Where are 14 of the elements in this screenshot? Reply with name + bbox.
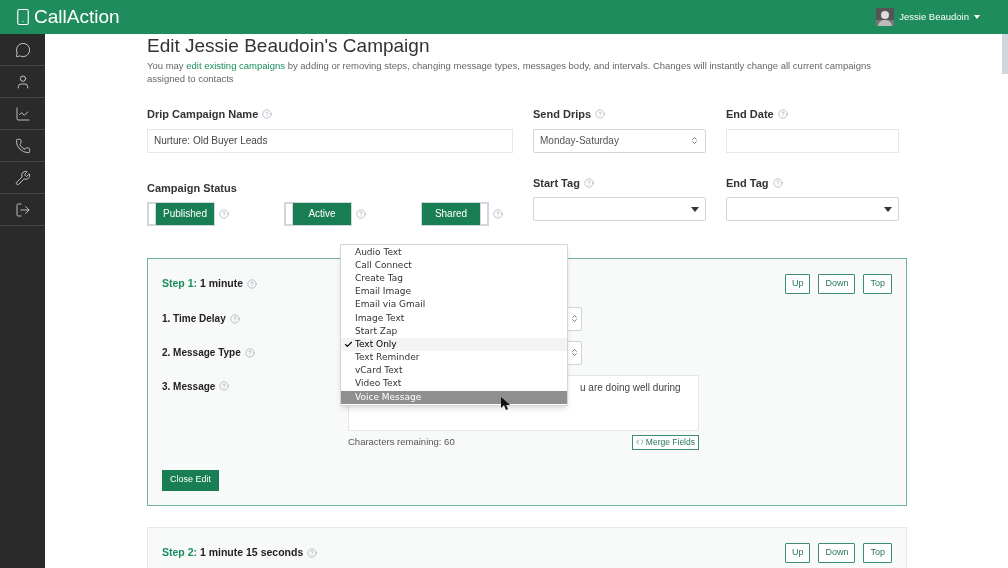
- field-label: End Tag: [726, 175, 769, 191]
- field-label: End Date: [726, 107, 774, 122]
- field-label: 2. Message Type: [162, 346, 241, 360]
- field-label: Drip Campaign Name: [147, 107, 259, 122]
- char-count: Characters remaining: 60: [348, 434, 455, 449]
- page-title: Edit Jessie Beaudoin's Campaign: [147, 36, 431, 55]
- field-label: Start Tag: [533, 175, 580, 191]
- field-label: Campaign Status: [147, 181, 237, 194]
- step-title: Step 2: 1 minute 15 seconds: [162, 544, 304, 560]
- field-label: 1. Time Delay: [162, 312, 226, 326]
- step-title: Step 1: 1 minute: [162, 275, 244, 291]
- field-label: Send Drips: [533, 107, 592, 122]
- intro-text: You may edit existing campaigns by adding or removing steps, changing message types, messages body, and intervals. Changes will instantly change all current campaigns assigned to contacts: [147, 59, 872, 85]
- field-label: 3. Message: [162, 379, 216, 394]
